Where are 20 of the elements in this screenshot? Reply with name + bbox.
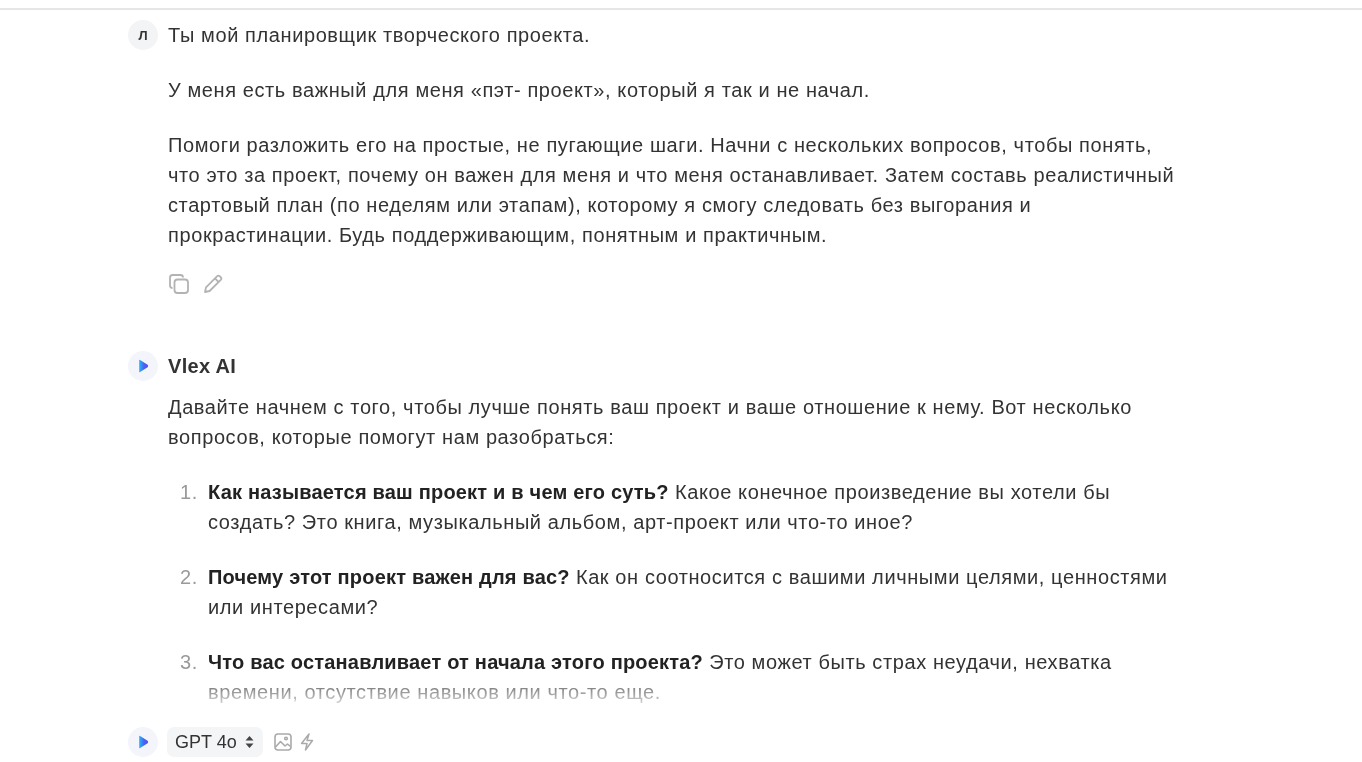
user-avatar: Л [128,20,158,50]
question-text: Почему этот проект важен для вас? Как он соотносится с вашими личными целями, ценностями или интересами? [208,565,1169,620]
message-paragraph: Ты мой планировщик творческого проекта. [168,23,592,48]
message-paragraph: Давайте начнем с того, чтобы лучше понять ваш проект и ваше отношение к нему. Вот несколько вопросов, которые помогут нам разобраться: [168,395,1133,450]
message-paragraph: Помоги разложить его на простые, не пугающие шаги. Начни с нескольких вопросов, чтобы понять, что это за проект, почему он важен для меня и что меня останавливает. Затем составь реалистичный стартовый план (по неделям или этапам), которому я смогу следовать без выгорания и прокрастинации. Будь поддерживающим, понятным и практичным. [168,133,1176,248]
updown-caret-icon [244,736,254,748]
model-selector[interactable]: GPT 4o [167,727,263,757]
list-number: 3. [179,650,198,675]
question-text: Как называется ваш проект и в чем его суть? Какое конечное произведение вы хотели бы создать? Это книга, музыкальный альбом, арт-проект или что-то иное? [208,480,1112,535]
image-icon[interactable] [273,733,292,751]
list-number: 2. [179,565,198,590]
assistant-name: Vlex AI [168,354,237,379]
question-text: Что вас останавливает от начала этого проекта? Это может быть страх неудачи, нехватка времени, отсутствие навыков или что-то еще. [208,650,1113,705]
copy-icon[interactable] [169,274,189,294]
play-logo-icon [128,351,158,381]
lightning-icon[interactable] [299,733,314,751]
pencil-icon[interactable] [203,274,223,294]
list-number: 1. [179,480,198,505]
play-logo-icon [128,727,158,757]
message-paragraph: У меня есть важный для меня «пэт- проект», который я так и не начал. [168,78,872,103]
